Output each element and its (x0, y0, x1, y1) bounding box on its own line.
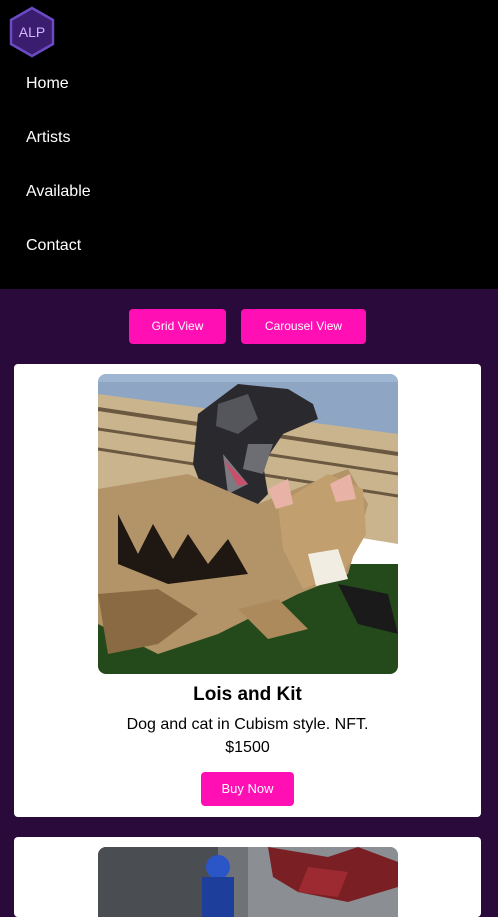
carousel-view-button[interactable]: Carousel View (241, 309, 366, 344)
artwork-card (14, 837, 481, 917)
logo-text: ALP (19, 24, 45, 40)
artwork-price: $1500 (225, 739, 270, 756)
artwork-image[interactable] (98, 374, 398, 674)
site-header: ALP Home Artists Available Contact (0, 0, 498, 289)
main-content: Grid View Carousel View Lois and Kit Dog… (0, 289, 498, 917)
buy-now-button[interactable]: Buy Now (201, 772, 294, 806)
artwork-image[interactable] (98, 847, 398, 917)
grid-view-button[interactable]: Grid View (129, 309, 226, 344)
artwork-description: Dog and cat in Cubism style. NFT. (126, 716, 369, 733)
artwork-card: Lois and Kit Dog and cat in Cubism style… (14, 364, 481, 817)
nav-item-available[interactable]: Available (26, 182, 91, 202)
nav-item-artists[interactable]: Artists (26, 128, 70, 148)
nav-item-contact[interactable]: Contact (26, 236, 81, 256)
hexagon-logo-icon[interactable]: ALP (9, 6, 55, 58)
nav-item-home[interactable]: Home (26, 74, 69, 94)
artwork-title: Lois and Kit (193, 684, 302, 705)
